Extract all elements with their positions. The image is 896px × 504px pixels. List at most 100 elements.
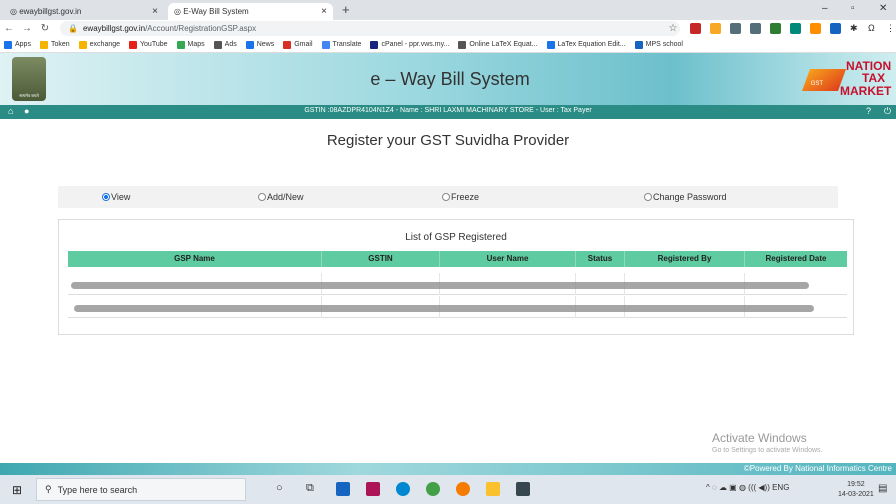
table-header: GSP Name GSTIN User Name Status Register… (68, 251, 847, 267)
extension-icon[interactable] (830, 23, 841, 34)
column-header[interactable]: Registered By (625, 251, 745, 267)
bookmark-icon (213, 40, 222, 49)
bookmark-label: cPanel - ppr.vws.my... (381, 41, 450, 48)
option-add-new[interactable]: Add/New (258, 192, 304, 202)
bookmark-icon (129, 40, 138, 49)
bookmark-item[interactable]: Apps (4, 40, 31, 49)
taskbar-search-box[interactable]: ⚲ Type here to search (36, 478, 246, 501)
bookmark-label: Translate (332, 41, 362, 48)
language-indicator: ENG (772, 483, 790, 492)
new-tab-button[interactable]: + (342, 2, 350, 17)
bookmark-label: exchange (89, 41, 121, 48)
bookmark-item[interactable]: exchange (78, 40, 121, 49)
extension-icon[interactable] (810, 23, 821, 34)
option-label: Change Password (653, 192, 727, 202)
notification-icon[interactable]: ▤ (878, 483, 887, 494)
gsp-list-panel: List of GSP Registered GSP Name GSTIN Us… (58, 219, 854, 335)
power-icon[interactable]: ⏻ (884, 106, 891, 117)
app-icon[interactable] (516, 482, 530, 496)
option-freeze[interactable]: Freeze (442, 192, 479, 202)
chrome-icon[interactable] (426, 482, 440, 496)
table-caption: List of GSP Registered (405, 232, 507, 243)
clock-time: 19:52 (847, 481, 865, 488)
extension-icon[interactable] (770, 23, 781, 34)
edge-icon[interactable] (396, 482, 410, 496)
bookmark-label: Apps (15, 41, 31, 48)
table-row[interactable] (68, 273, 847, 295)
radio-button[interactable] (644, 193, 652, 201)
radio-button[interactable] (442, 193, 450, 201)
column-header[interactable]: GSTIN (322, 251, 440, 267)
app-icon[interactable] (456, 482, 470, 496)
bookmark-item[interactable]: YouTube (129, 40, 168, 49)
column-header[interactable]: GSP Name (68, 251, 322, 267)
bookmark-item[interactable]: Ads (213, 40, 237, 49)
bookmark-icon (546, 40, 555, 49)
table-row[interactable] (68, 296, 847, 318)
bookmark-label: Online LaTeX Equat... (469, 41, 538, 48)
extension-icon[interactable] (750, 23, 761, 34)
option-view[interactable]: View (102, 192, 130, 202)
bookmark-icon (283, 40, 292, 49)
app-icon[interactable] (336, 482, 350, 496)
logo-line-2: TAX (862, 71, 886, 85)
redacted-content (71, 282, 809, 289)
search-icon: ⚲ (45, 484, 52, 494)
reload-icon[interactable]: ↻ (36, 23, 54, 34)
minimize-icon[interactable]: – (822, 3, 828, 14)
url-path: /Account/RegistrationGSP.aspx (145, 24, 257, 33)
bookmark-item[interactable]: Token (39, 40, 70, 49)
bookmark-icon (370, 40, 379, 49)
tab-title: ewaybillgst.gov.in (19, 7, 82, 16)
url-field[interactable]: 🔒 ewaybillgst.gov.in /Account/Registrati… (60, 21, 680, 36)
bookmark-label: MPS school (645, 41, 683, 48)
file-explorer-icon[interactable] (486, 482, 500, 496)
bookmark-item[interactable]: MPS school (634, 40, 683, 49)
clock-date: 14-03-2021 (838, 491, 874, 498)
search-placeholder: Type here to search (57, 484, 138, 495)
activation-watermark: Activate Windows (712, 431, 807, 445)
radio-button[interactable] (258, 193, 266, 201)
site-footer: ©Powered By National Informatics Centre (0, 463, 896, 475)
help-icon[interactable]: ? (866, 106, 871, 116)
close-icon[interactable]: × (152, 6, 158, 17)
option-change-password[interactable]: Change Password (644, 192, 727, 202)
app-icon[interactable] (366, 482, 380, 496)
radio-button[interactable] (102, 193, 110, 201)
bookmark-item[interactable]: News (245, 40, 274, 49)
bookmark-item[interactable]: Online LaTeX Equat... (458, 40, 538, 49)
close-window-icon[interactable]: ✕ (879, 3, 887, 14)
task-view-icon[interactable]: ⧉ (306, 482, 320, 496)
menu-icon[interactable]: ⋮ (886, 23, 895, 34)
extension-icon[interactable] (710, 23, 721, 34)
browser-tab-active[interactable]: ◎ E-Way Bill System × (168, 3, 333, 20)
close-icon[interactable]: × (321, 6, 327, 17)
bookmark-item[interactable]: LaTex Equation Edit... (546, 40, 626, 49)
bookmark-item[interactable]: cPanel - ppr.vws.my... (370, 40, 450, 49)
bookmark-item[interactable]: Gmail (283, 40, 313, 49)
option-label: View (111, 192, 131, 202)
system-tray[interactable]: ^ ◌ ☁ ▣ ◍ ((( ◀)) ENG (706, 483, 789, 492)
restore-icon[interactable]: ▫ (851, 3, 855, 14)
forward-icon[interactable]: → (18, 23, 36, 34)
cortana-icon[interactable]: ○ (276, 482, 290, 496)
extension-icon[interactable] (690, 23, 701, 34)
windows-start-icon[interactable]: ⊞ (12, 483, 22, 497)
user-info-text: GSTIN :08AZDPR4104N1Z4 - Name : SHRI LAX… (304, 107, 592, 114)
option-label: Add/New (267, 192, 304, 202)
bookmark-item[interactable]: Translate (321, 40, 362, 49)
column-header[interactable]: User Name (440, 251, 576, 267)
national-emblem-logo: सत्यमेव जयते (12, 57, 46, 101)
bookmark-item[interactable]: Maps (176, 40, 205, 49)
extension-icon[interactable] (730, 23, 741, 34)
browser-tab[interactable]: ◎ ewaybillgst.gov.in × (4, 3, 164, 20)
star-icon[interactable]: ☆ (664, 23, 682, 34)
column-header[interactable]: Registered Date (745, 251, 847, 267)
profile-icon[interactable]: Ω (868, 23, 882, 34)
puzzle-icon[interactable]: ✱ (850, 23, 864, 34)
back-icon[interactable]: ← (0, 23, 18, 34)
clock[interactable]: 19:52 14-03-2021 (838, 480, 874, 500)
emblem-caption: सत्यमेव जयते (19, 93, 39, 98)
extension-icon[interactable] (790, 23, 801, 34)
column-header[interactable]: Status (576, 251, 625, 267)
